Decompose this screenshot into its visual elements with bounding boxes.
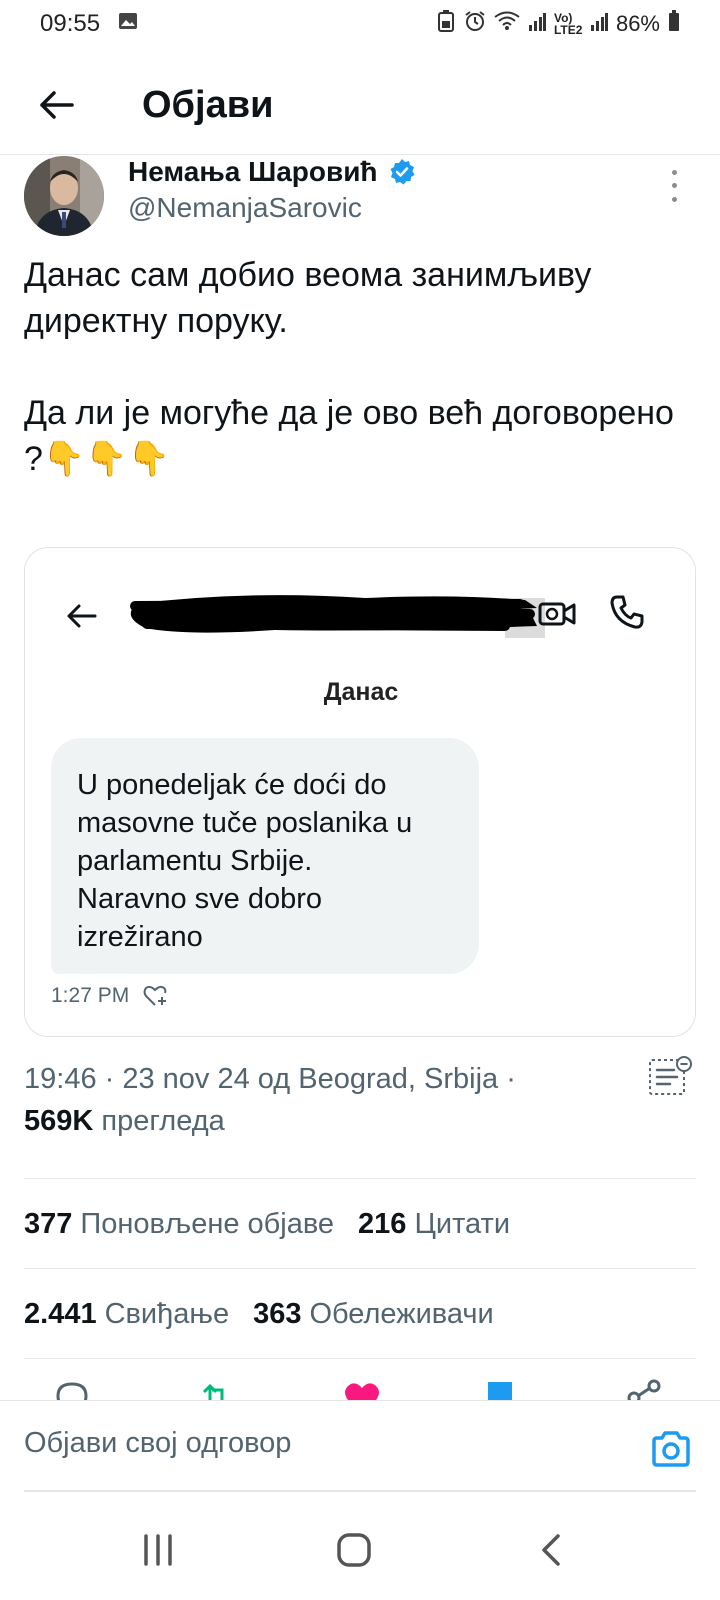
divider bbox=[24, 1268, 696, 1269]
battery-saver-icon bbox=[436, 10, 456, 38]
nav-back-icon[interactable] bbox=[532, 1530, 572, 1570]
views-count: 569K bbox=[24, 1105, 94, 1137]
reply-bar: Објави свој одговор bbox=[0, 1400, 720, 1500]
reposts-stat[interactable]: 377 Поновљене објаве bbox=[24, 1208, 334, 1241]
top-app-bar: Објави bbox=[0, 60, 720, 150]
dm-back-arrow-icon bbox=[67, 604, 97, 628]
dm-message-bubble: U ponedeljak će doći do masovne tuče pos… bbox=[51, 738, 479, 974]
reply-input[interactable]: Објави свој одговор bbox=[24, 1427, 291, 1460]
back-arrow-icon bbox=[40, 91, 74, 119]
more-options-button[interactable] bbox=[662, 166, 686, 206]
bookmarks-stat[interactable]: 363 Обележивачи bbox=[253, 1298, 494, 1331]
author-handle[interactable]: @NemanjaSarovic bbox=[128, 192, 362, 224]
views-label: прегледа bbox=[101, 1105, 225, 1137]
tweet-text: Данас сам добио веома занимљиву директну… bbox=[24, 256, 674, 478]
home-icon[interactable] bbox=[334, 1530, 374, 1570]
status-bar: 09:55 Vo) LTE2 86% bbox=[0, 0, 720, 48]
phone-icon bbox=[610, 595, 644, 629]
divider bbox=[24, 1358, 696, 1359]
status-time: 09:55 bbox=[40, 10, 101, 37]
battery-icon bbox=[668, 10, 680, 38]
battery-percent: 86% bbox=[615, 11, 660, 36]
tweet-meta: 19:46 · 23 nov 24 од Beograd, Srbija · 5… bbox=[24, 1058, 664, 1142]
camera-icon[interactable] bbox=[650, 1429, 692, 1469]
likes-label: Свиђање bbox=[104, 1297, 230, 1330]
tweet-media-image[interactable]: Данас U ponedeljak će doći do masovne tu… bbox=[24, 547, 696, 1037]
dm-date-label: Данас bbox=[323, 678, 399, 706]
author-name-text: Немања Шаровић bbox=[128, 156, 378, 187]
tweet-timestamp[interactable]: 19:46 · 23 nov 24 од Beograd, Srbija · bbox=[24, 1063, 516, 1095]
signal-icon bbox=[528, 11, 546, 37]
redaction-scribble bbox=[130, 595, 545, 638]
back-button[interactable] bbox=[26, 75, 86, 135]
reply-underline bbox=[24, 1490, 696, 1492]
dm-message-meta: 1:27 PM bbox=[51, 984, 169, 1008]
page-title: Објави bbox=[142, 83, 274, 126]
gallery-notification-icon bbox=[118, 10, 138, 38]
author-name[interactable]: Немања Шаровић bbox=[128, 156, 416, 188]
likes-count: 2.441 bbox=[24, 1297, 97, 1330]
network-label: Vo) LTE2 bbox=[553, 11, 583, 37]
system-navigation-bar bbox=[0, 1500, 720, 1600]
quotes-label: Цитати bbox=[414, 1207, 511, 1240]
post-summary-icon[interactable] bbox=[648, 1054, 694, 1098]
reposts-label: Поновљене објаве bbox=[80, 1207, 335, 1240]
recent-apps-icon[interactable] bbox=[138, 1530, 178, 1570]
alarm-icon bbox=[464, 10, 486, 38]
likes-stat[interactable]: 2.441 Свиђање bbox=[24, 1298, 229, 1331]
avatar[interactable] bbox=[24, 156, 104, 236]
video-call-icon bbox=[538, 602, 576, 626]
quotes-stat[interactable]: 216 Цитати bbox=[358, 1208, 510, 1241]
stats-row-likes: 2.441 Свиђање 363 Обележивачи bbox=[24, 1270, 696, 1358]
tweet-author: Немања Шаровић @NemanjaSarovic bbox=[24, 154, 696, 238]
reposts-count: 377 bbox=[24, 1207, 73, 1240]
dm-message-time: 1:27 PM bbox=[51, 984, 130, 1007]
wifi-icon bbox=[494, 11, 520, 37]
signal-icon-2 bbox=[590, 11, 608, 37]
divider bbox=[24, 1178, 696, 1179]
heart-plus-icon bbox=[143, 985, 167, 1006]
bookmarks-label: Обележивачи bbox=[309, 1297, 494, 1330]
bookmarks-count: 363 bbox=[253, 1297, 302, 1330]
more-vertical-icon bbox=[671, 170, 677, 176]
stats-row-reposts: 377 Поновљене објаве 216 Цитати bbox=[24, 1180, 696, 1268]
verified-badge-icon bbox=[390, 159, 415, 185]
quotes-count: 216 bbox=[358, 1207, 407, 1240]
